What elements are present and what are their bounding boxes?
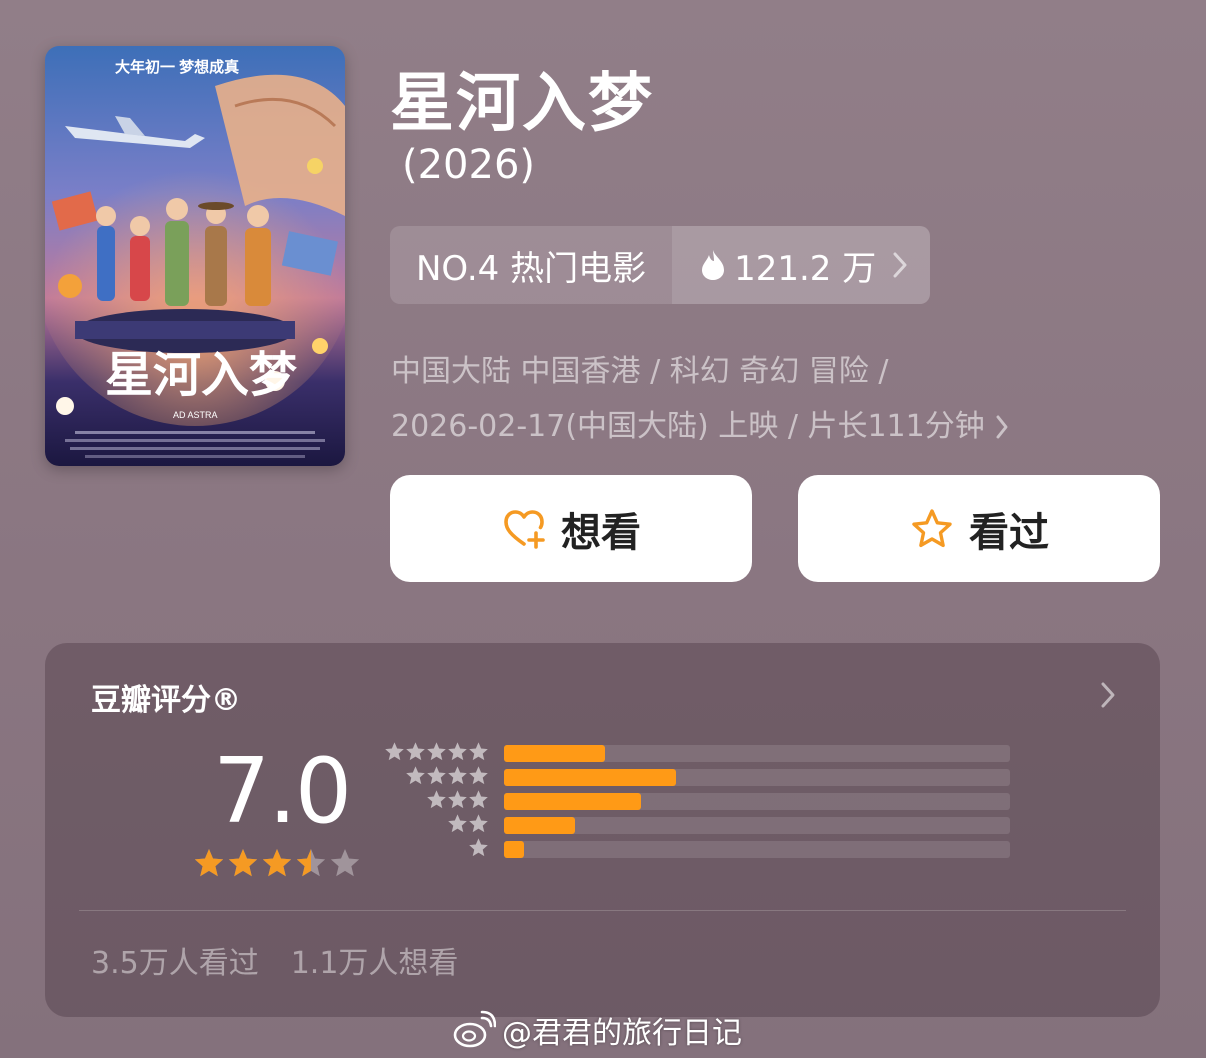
distribution-bar-track [504,769,1010,786]
small-star-icon [427,790,446,809]
want-to-watch-label: 想看 [561,509,641,556]
rating-score: 7.0 [213,739,352,844]
watermark-text: @君君的旅行日记 [502,1016,742,1051]
small-star-icon [406,766,425,785]
weibo-watermark: @君君的旅行日记 [452,1008,742,1052]
movie-meta[interactable]: 中国大陆 中国香港 / 科幻 奇幻 冒险 / 2026-02-17(中国大陆) … [391,344,1009,454]
poster-tagline: 大年初一 梦想成真 [115,58,239,76]
rank-badge[interactable]: NO.4 热门电影 121.2 万 [390,226,931,304]
distribution-bar-fill [504,817,575,834]
small-star-icon [448,766,467,785]
meta-release-runtime: 2026-02-17(中国大陆) 上映 / 片长111分钟 [391,409,985,444]
distribution-bar-track [504,817,1010,834]
want-count: 1.1万人想看 [290,946,459,981]
small-star-icon [469,814,488,833]
rating-card[interactable]: 豆瓣评分® 7.0 3.5万人看过 1.1万人想看 [45,643,1160,1017]
score-star-icon [330,849,360,877]
rating-title: 豆瓣评分® [91,683,241,718]
distribution-bar-track [504,841,1010,858]
chevron-right-icon [996,415,1008,438]
small-star-icon [448,742,467,761]
watched-count: 3.5万人看过 [91,946,259,981]
rank-label: NO.4 热门电影 [390,226,673,304]
distribution-bar-fill [504,745,606,762]
chevron-right-icon [1101,682,1115,708]
distribution-bar-track [504,793,1010,810]
distribution-star-label [384,741,489,765]
want-to-watch-button[interactable]: 想看 [390,475,752,582]
distribution-bar-fill [504,769,677,786]
small-star-icon [406,742,425,761]
movie-year: (2026) [402,142,536,188]
divider [79,910,1126,911]
small-star-icon [427,742,446,761]
distribution-row-4-star [383,765,1013,789]
distribution-star-label [426,789,489,813]
distribution-row-2-star [383,813,1013,837]
score-star-icon [228,849,258,877]
distribution-bar-fill [504,793,641,810]
heat-value: 121.2 万 [734,248,877,289]
small-star-icon [469,766,488,785]
movie-title: 星河入梦 [390,67,654,141]
poster-image: 大年初一 梦想成真 星河入梦 AD ASTRA [45,46,345,466]
watched-button[interactable]: 看过 [798,475,1160,582]
poster-title: 星河入梦 [105,347,297,403]
movie-detail-page: 大年初一 梦想成真 星河入梦 AD ASTRA 星河入梦 (2026) NO.4… [0,0,1206,1058]
score-star-icon [194,849,224,877]
distribution-row-3-star [383,789,1013,813]
rating-stars [193,847,361,879]
audience-counts: 3.5万人看过 1.1万人想看 [91,938,458,982]
meta-region-genre: 中国大陆 中国香港 / 科幻 奇幻 冒险 / [391,354,889,389]
distribution-row-5-star [383,741,1013,765]
small-star-icon [469,742,488,761]
movie-poster[interactable]: 大年初一 梦想成真 星河入梦 AD ASTRA [45,46,345,466]
distribution-row-1-star [383,837,1013,861]
watched-label: 看过 [969,509,1049,556]
small-star-icon [427,766,446,785]
distribution-star-label [468,837,489,861]
distribution-bar-track [504,745,1010,762]
small-star-icon [469,790,488,809]
heart-plus-icon [504,509,545,549]
score-star-icon [296,849,326,877]
distribution-bar-fill [504,841,525,858]
distribution-star-label [405,765,489,789]
small-star-icon [385,742,404,761]
small-star-icon [448,790,467,809]
flame-icon [702,250,725,280]
chevron-right-icon [893,252,907,278]
weibo-icon [453,1010,496,1048]
star-outline-icon [912,508,952,547]
small-star-icon [448,814,467,833]
heat-indicator[interactable]: 121.2 万 [672,226,931,304]
distribution-star-label [447,813,489,837]
score-star-icon [262,849,292,877]
small-star-icon [469,838,488,857]
poster-subtitle: AD ASTRA [173,410,218,420]
